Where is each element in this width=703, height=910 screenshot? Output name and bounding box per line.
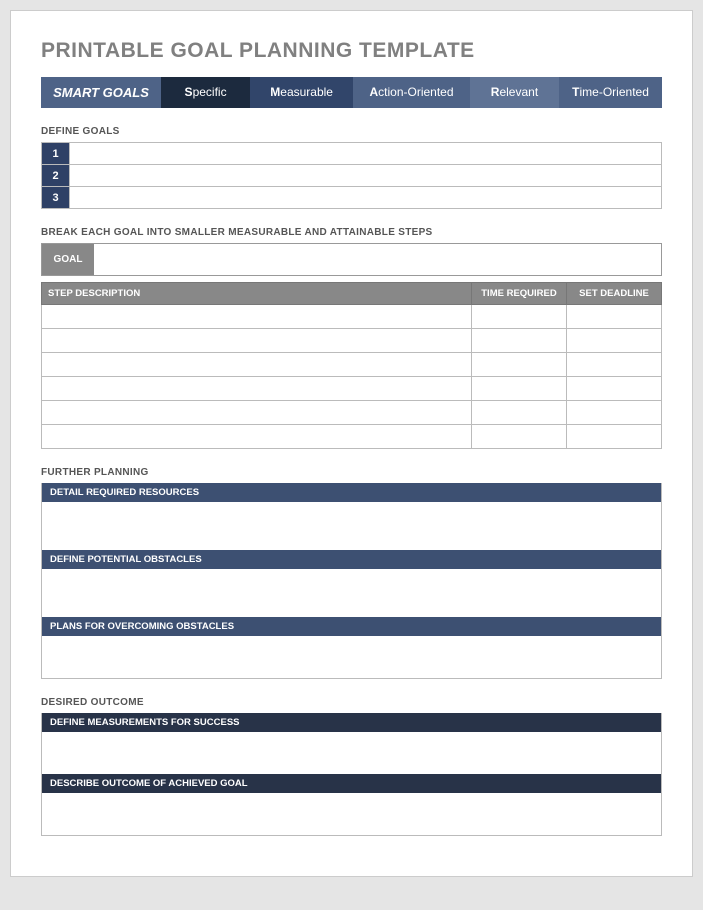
step-row [42,329,662,353]
goal-input-2[interactable] [70,165,662,187]
step-deadline[interactable] [567,401,662,425]
goal-value-input[interactable] [94,244,661,275]
step-deadline[interactable] [567,329,662,353]
goal-number-3: 3 [42,187,70,209]
step-time[interactable] [472,353,567,377]
step-deadline[interactable] [567,425,662,449]
smart-goals-label: SMART GOALS [41,77,161,108]
section-further-planning: FURTHER PLANNING [41,467,662,478]
resources-header: DETAIL REQUIRED RESOURCES [42,483,661,502]
goal-number-2: 2 [42,165,70,187]
step-row [42,401,662,425]
steps-table: STEP DESCRIPTION TIME REQUIRED SET DEADL… [41,282,662,449]
col-time-required: TIME REQUIRED [472,283,567,305]
resources-input[interactable] [42,502,661,550]
goal-planning-template: PRINTABLE GOAL PLANNING TEMPLATE SMART G… [10,10,693,877]
step-time[interactable] [472,377,567,401]
step-desc[interactable] [42,425,472,449]
col-set-deadline: SET DEADLINE [567,283,662,305]
smart-relevant: Relevant [470,77,559,108]
overcome-header: PLANS FOR OVERCOMING OBSTACLES [42,617,661,636]
goal-number-1: 1 [42,143,70,165]
page-title: PRINTABLE GOAL PLANNING TEMPLATE [41,39,662,63]
smart-action: Action-Oriented [353,77,470,108]
section-define-goals: DEFINE GOALS [41,126,662,137]
step-desc[interactable] [42,401,472,425]
smart-measurable: Measurable [250,77,353,108]
step-desc[interactable] [42,353,472,377]
obstacles-header: DEFINE POTENTIAL OBSTACLES [42,550,661,569]
step-time[interactable] [472,329,567,353]
step-desc[interactable] [42,377,472,401]
section-desired-outcome: DESIRED OUTCOME [41,697,662,708]
step-row [42,425,662,449]
obstacles-input[interactable] [42,569,661,617]
step-deadline[interactable] [567,305,662,329]
step-deadline[interactable] [567,377,662,401]
goal-row-2: 2 [42,165,662,187]
smart-time: Time-Oriented [559,77,662,108]
goal-input-3[interactable] [70,187,662,209]
goals-table: 1 2 3 [41,142,662,209]
step-desc[interactable] [42,305,472,329]
smart-goals-bar: SMART GOALS Specific Measurable Action-O… [41,77,662,108]
goal-row-3: 3 [42,187,662,209]
goal-input-1[interactable] [70,143,662,165]
step-row [42,353,662,377]
step-time[interactable] [472,401,567,425]
step-desc[interactable] [42,329,472,353]
step-time[interactable] [472,425,567,449]
col-step-description: STEP DESCRIPTION [42,283,472,305]
goal-row-1: 1 [42,143,662,165]
describe-header: DESCRIBE OUTCOME OF ACHIEVED GOAL [42,774,661,793]
step-row [42,305,662,329]
measure-header: DEFINE MEASUREMENTS FOR SUCCESS [42,713,661,732]
section-break-down: BREAK EACH GOAL INTO SMALLER MEASURABLE … [41,227,662,238]
step-time[interactable] [472,305,567,329]
step-deadline[interactable] [567,353,662,377]
measure-input[interactable] [42,732,661,774]
overcome-input[interactable] [42,636,661,678]
further-planning-container: DETAIL REQUIRED RESOURCES DEFINE POTENTI… [41,483,662,679]
desired-outcome-container: DEFINE MEASUREMENTS FOR SUCCESS DESCRIBE… [41,713,662,836]
step-row [42,377,662,401]
goal-label: GOAL [42,244,94,275]
describe-input[interactable] [42,793,661,835]
goal-header: GOAL [41,243,662,276]
smart-specific: Specific [161,77,250,108]
